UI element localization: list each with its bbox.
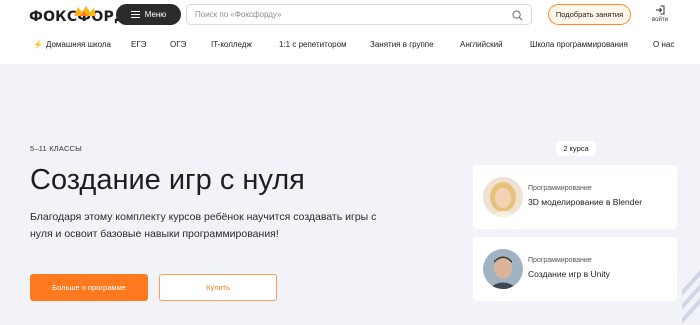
search-icon[interactable] (512, 10, 523, 21)
search-input[interactable] (195, 10, 523, 19)
nav-item-label: Домашняя школа (45, 40, 111, 49)
login-button[interactable]: войти (648, 5, 672, 23)
decorative-stripes (682, 270, 700, 324)
nav-item-label: Английский (460, 40, 503, 49)
nav-item-english[interactable]: Английский (460, 40, 503, 49)
nav-item-label: 1:1 с репетитором (279, 40, 347, 49)
teacher-avatar (483, 177, 523, 217)
find-classes-button[interactable]: Подобрать занятия (548, 4, 631, 25)
menu-button[interactable]: Меню (116, 4, 181, 25)
more-about-program-label: Больше о программе (52, 283, 126, 292)
more-about-program-button[interactable]: Больше о программе (30, 274, 148, 301)
course-name: Создание игр в Unity (528, 269, 610, 279)
buy-label: Купить (206, 283, 230, 292)
nav-item-label: О нас (653, 40, 675, 49)
main-nav: ⚡ Домашняя школа ЕГЭ ОГЭ IT-колледж 1:1 с… (0, 38, 700, 54)
nav-item-label: ОГЭ (170, 40, 187, 49)
login-icon (656, 5, 665, 15)
bolt-icon: ⚡ (33, 40, 43, 49)
find-classes-label: Подобрать занятия (555, 10, 624, 19)
course-category: Программирование (528, 185, 592, 192)
course-description: Благодаря этому комплекту курсов ребёнок… (30, 211, 377, 240)
login-label: войти (652, 17, 668, 23)
nav-item-label: ЕГЭ (131, 40, 147, 49)
page-title: Создание игр с нуля (30, 164, 305, 196)
course-card-blender[interactable]: Программирование 3D моделирование в Blen… (473, 165, 677, 229)
fox-hat-logo-icon (74, 6, 96, 16)
nav-item-ege[interactable]: ЕГЭ (131, 40, 146, 49)
buy-button[interactable]: Купить (159, 274, 277, 301)
nav-item-about[interactable]: О нас (653, 40, 674, 49)
course-category: Программирование (528, 257, 592, 264)
grade-label: 5–11 КЛАССЫ (30, 144, 83, 153)
nav-item-home-school[interactable]: ⚡ Домашняя школа (33, 40, 111, 49)
nav-item-tutor[interactable]: 1:1 с репетитором (279, 40, 347, 49)
nav-item-oge[interactable]: ОГЭ (170, 40, 186, 49)
site-header: ФОКСФОРД Меню Подобрать занятия войти ⚡Д… (0, 0, 700, 64)
nav-item-it-college[interactable]: IT-колледж (211, 40, 252, 49)
nav-item-label: IT-колледж (211, 40, 252, 49)
course-count-badge: 2 курса (556, 141, 596, 156)
nav-item-programming-school[interactable]: Школа программирования (530, 40, 628, 49)
nav-item-label: Занятия в группе (370, 40, 434, 49)
nav-item-label: Школа программирования (530, 40, 628, 49)
menu-icon (130, 11, 140, 18)
course-name: 3D моделирование в Blender (528, 197, 643, 207)
course-card-unity[interactable]: Программирование Создание игр в Unity (473, 237, 677, 301)
search-box[interactable] (186, 4, 532, 25)
nav-item-group-classes[interactable]: Занятия в группе (370, 40, 434, 49)
teacher-avatar (483, 249, 523, 289)
menu-label: Меню (144, 10, 167, 19)
